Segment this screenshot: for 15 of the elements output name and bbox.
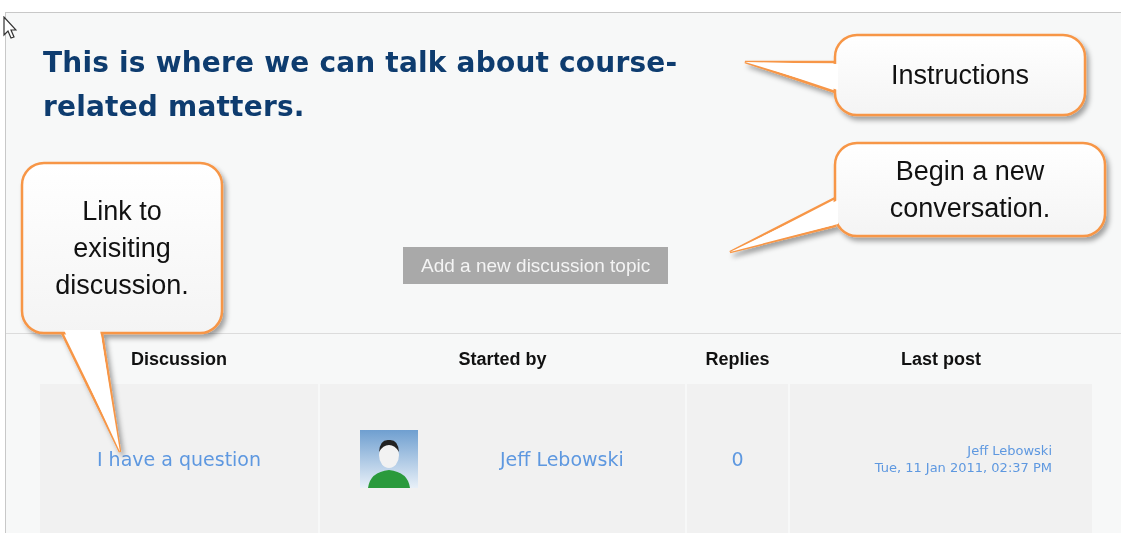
- post-time-link[interactable]: Tue, 11 Jan 2011, 02:37 PM: [874, 460, 1052, 475]
- avatar-icon: [360, 430, 418, 488]
- callout-text: Link to exisiting discussion.: [54, 194, 190, 302]
- column-header: Replies: [705, 348, 770, 370]
- author-link[interactable]: Jeff Lebowski: [500, 448, 624, 470]
- add-discussion-button[interactable]: Add a new discussion topic: [403, 247, 669, 284]
- author-link[interactable]: Jeff Lebowski: [967, 443, 1052, 458]
- column-header: Started by: [458, 348, 547, 370]
- callout-text: Begin a new conversation.: [888, 154, 1052, 225]
- callout-text: Instructions: [890, 58, 1030, 92]
- column-header: Last post: [901, 348, 981, 370]
- replies-link[interactable]: 0: [731, 448, 744, 470]
- discussion-link[interactable]: I have a question: [96, 448, 262, 470]
- page-heading: This is where we can talk about course-related matters.: [43, 45, 679, 125]
- column-header: Discussion: [131, 348, 227, 370]
